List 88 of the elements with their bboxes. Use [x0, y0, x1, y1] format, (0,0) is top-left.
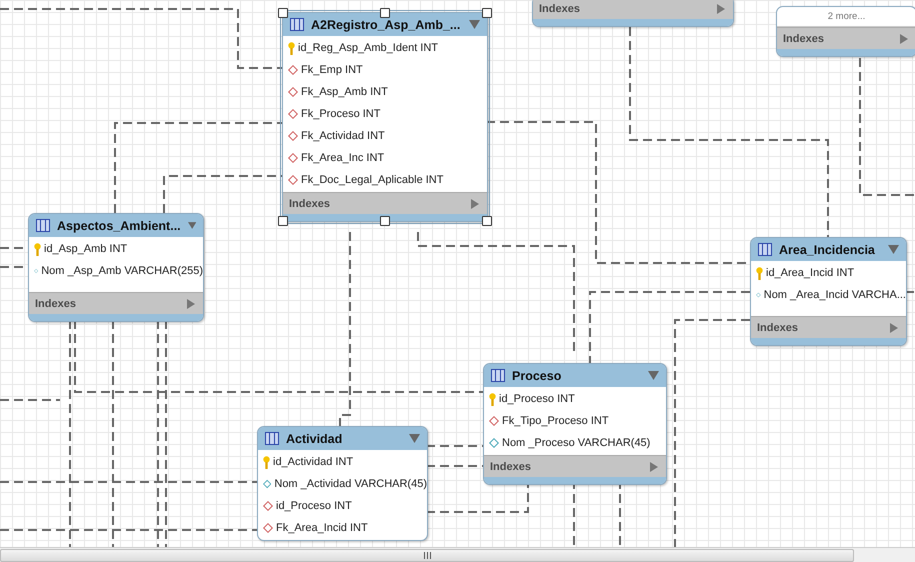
table-icon [758, 243, 772, 256]
diamond-icon [288, 175, 298, 185]
grip-icon [424, 552, 430, 559]
expand-arrow-icon [471, 198, 479, 208]
dropdown-arrow-icon[interactable] [409, 434, 420, 443]
resize-handle[interactable] [278, 216, 288, 226]
indexes-label: Indexes [783, 32, 824, 44]
more-link[interactable]: 2 more... [828, 11, 866, 22]
relationship-line [426, 465, 483, 467]
diamond-icon [489, 438, 499, 448]
diamond-icon [288, 131, 298, 141]
indexes-label: Indexes [490, 460, 531, 472]
indexes-section[interactable]: Indexes [484, 455, 666, 477]
dropdown-arrow-icon[interactable] [188, 221, 196, 230]
column-label: id_Area_Incid INT [766, 267, 854, 279]
diamond-icon [489, 416, 499, 426]
expand-arrow-icon [900, 34, 908, 44]
column-label: Fk_Tipo_Proceso INT [502, 415, 609, 427]
diamond-icon [288, 153, 298, 163]
expand-arrow-icon [717, 4, 725, 14]
horizontal-scrollbar[interactable] [0, 547, 915, 562]
column-label: Fk_Proceso INT [301, 108, 380, 120]
column-label: Fk_Doc_Legal_Aplicable INT [301, 174, 444, 186]
table-title: A2Registro_Asp_Amb_... [311, 18, 462, 32]
table-title: Actividad [286, 432, 344, 446]
key-icon [756, 266, 763, 280]
table-title: Area_Incidencia [779, 242, 876, 256]
indexes-label: Indexes [757, 322, 798, 334]
dropdown-arrow-icon[interactable] [648, 371, 659, 380]
column-label: Fk_Area_Incid INT [276, 522, 368, 534]
diamond-icon [756, 290, 761, 300]
table-card[interactable]: Proceso id_Proceso INT Fk_Tipo_Proceso INT Nom _Proceso VARCHAR(45) Indexes [483, 363, 667, 485]
dropdown-arrow-icon[interactable] [888, 245, 899, 254]
key-icon [34, 242, 41, 256]
relationship-line [0, 399, 60, 401]
table-card[interactable]: Aspectos_Ambient... id_Asp_Amb INT Nom _Asp_Amb VARCHAR(255) Indexes [28, 213, 204, 322]
indexes-section[interactable]: Indexes [777, 27, 915, 49]
table-title: Proceso [512, 368, 562, 382]
key-icon [288, 42, 295, 54]
indexes-section[interactable]: Indexes [29, 292, 203, 314]
table-icon [491, 369, 505, 382]
diamond-icon [288, 65, 298, 75]
column-label: id_Proceso INT [499, 393, 575, 405]
table-card[interactable]: 2 more... Indexes [776, 6, 915, 57]
scrollbar-thumb[interactable] [0, 549, 854, 562]
key-icon [263, 456, 270, 468]
indexes-label: Indexes [289, 198, 330, 210]
column-label: Fk_Asp_Amb INT [301, 86, 388, 98]
column-label: Nom _Area_Incid VARCHA... [764, 289, 906, 301]
resize-handle[interactable] [482, 216, 492, 226]
column-label: Fk_Area_Inc INT [301, 152, 384, 164]
indexes-label: Indexes [35, 298, 76, 310]
relationship-line [426, 445, 483, 447]
key-icon [489, 392, 496, 406]
relationship-line [905, 291, 915, 293]
diamond-icon [263, 479, 272, 489]
indexes-section[interactable]: Indexes [283, 192, 487, 214]
table-icon [36, 219, 50, 232]
table-card[interactable]: Area_Incidencia id_Area_Incid INT Nom _Area_Incid VARCHA... Indexes [750, 237, 907, 346]
diamond-icon [288, 109, 298, 119]
diamond-icon [34, 266, 38, 276]
resize-handle[interactable] [380, 8, 390, 18]
indexes-label: Indexes [539, 2, 580, 14]
column-label: Nom _Asp_Amb VARCHAR(255) [41, 265, 203, 277]
diamond-icon [263, 523, 273, 533]
resize-handle[interactable] [380, 216, 390, 226]
column-label: Fk_Actividad INT [301, 130, 385, 142]
diamond-icon [288, 87, 298, 97]
expand-arrow-icon [187, 298, 195, 308]
resize-handle[interactable] [278, 8, 288, 18]
table-card[interactable]: Actividad id_Actividad INT Nom _Actividad VARCHAR(45) id_Proceso INT Fk_Area_Incid INT [257, 426, 428, 541]
expand-arrow-icon [650, 462, 658, 472]
column-label: id_Proceso INT [276, 500, 352, 512]
table-card[interactable]: Indexes [532, 0, 734, 27]
indexes-section[interactable]: Indexes [533, 0, 733, 19]
resize-handle[interactable] [482, 8, 492, 18]
column-label: id_Asp_Amb INT [44, 243, 128, 255]
column-label: id_Actividad INT [273, 456, 354, 468]
column-label: Nom _Proceso VARCHAR(45) [502, 437, 650, 449]
column-label: id_Reg_Asp_Amb_Ident INT [298, 42, 438, 54]
table-icon [265, 432, 279, 445]
indexes-section[interactable]: Indexes [751, 316, 906, 338]
diamond-icon [263, 501, 273, 511]
table-title: Aspectos_Ambient... [57, 218, 181, 232]
table-icon [290, 18, 304, 31]
column-label: Fk_Emp INT [301, 64, 363, 76]
column-label: Nom _Actividad VARCHAR(45) [274, 478, 427, 490]
expand-arrow-icon [890, 322, 898, 332]
